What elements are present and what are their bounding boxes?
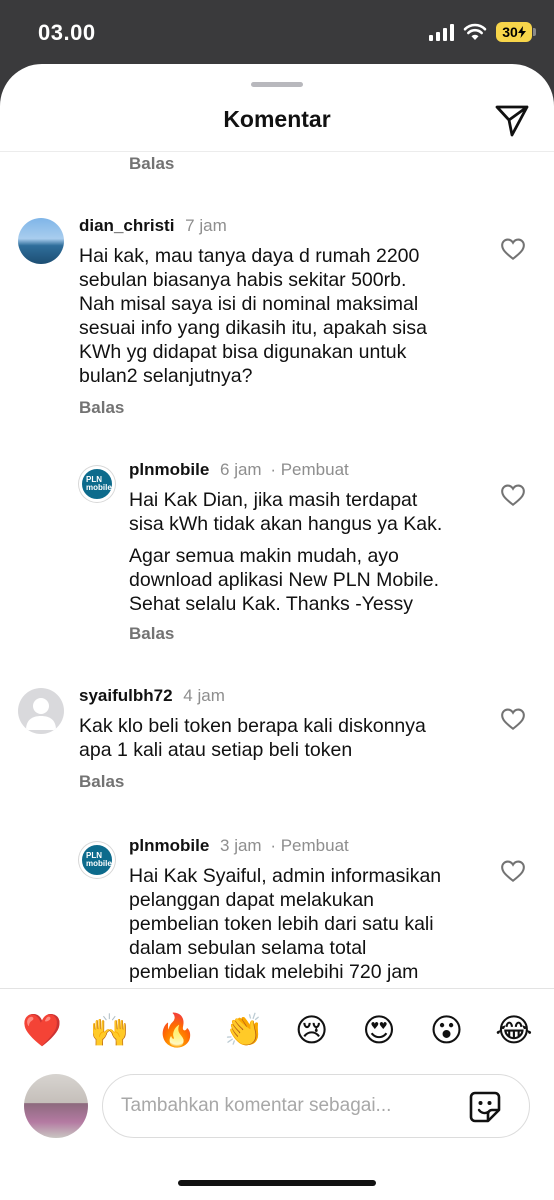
reaction-fire-emoji[interactable]: 🔥: [155, 1008, 199, 1052]
comment-line: dalam sebulan selama total: [129, 937, 367, 959]
comment-line: KWh yg didapat bisa digunakan untuk: [79, 341, 407, 363]
comment-time: 6 jam: [220, 460, 262, 479]
reply-button[interactable]: Balas: [79, 398, 124, 418]
comment-line: Sehat selalu Kak. Thanks -Yessy: [129, 593, 413, 615]
sheet-title: Komentar: [223, 106, 331, 132]
reaction-crying-emoji[interactable]: 😢: [290, 1008, 334, 1052]
comment-line: sebulan biasanya habis sekitar 500rb.: [79, 269, 407, 291]
comment-line: pembelian tidak melebihi 720 jam: [129, 961, 419, 983]
my-avatar[interactable]: [24, 1074, 88, 1138]
reaction-heart-emoji[interactable]: ❤️: [20, 1008, 64, 1052]
wifi-icon: [463, 23, 487, 40]
comment-line: download aplikasi New PLN Mobile.: [129, 569, 439, 591]
comment-input-box[interactable]: [102, 1074, 530, 1138]
comment-line: Hai Kak Syaiful, admin informasikan: [129, 865, 442, 887]
avatar[interactable]: [18, 218, 64, 264]
reaction-surprised-emoji[interactable]: 😮: [425, 1008, 469, 1052]
comment-input[interactable]: [121, 1095, 461, 1117]
comment-line: bulan2 selanjutnya?: [79, 365, 253, 387]
comment-text: Hai Kak Syaiful, admin informasikan pela…: [129, 864, 489, 984]
comment-text: Kak klo beli token berapa kali diskonnya…: [79, 714, 489, 762]
comment-time: 7 jam: [185, 216, 227, 235]
status-icons: 30: [429, 22, 536, 42]
reply-button[interactable]: Balas: [79, 772, 124, 792]
comment-meta: syaifulbh72 4 jam: [79, 686, 225, 706]
comment-line: Agar semua makin mudah, ayo: [129, 545, 399, 567]
creator-tag: · Pembuat: [270, 460, 349, 479]
comment-username[interactable]: plnmobile: [129, 460, 209, 479]
comment-line: pembelian token lebih dari satu kali: [129, 913, 434, 935]
reaction-clap-emoji[interactable]: 👏: [222, 1008, 266, 1052]
comment-composer: [0, 1072, 554, 1142]
comment-text: Hai Kak Dian, jika masih terdapat sisa k…: [129, 488, 489, 616]
charging-bolt-icon: [517, 26, 526, 38]
like-heart-icon[interactable]: [500, 236, 526, 262]
share-send-icon[interactable]: [492, 100, 532, 140]
avatar-default[interactable]: [18, 688, 64, 734]
comment-time: 3 jam: [220, 836, 262, 855]
reaction-heart-eyes-emoji[interactable]: 😍: [357, 1008, 401, 1052]
comment-meta: plnmobile 6 jam · Pembuat: [129, 460, 349, 480]
default-user-icon: [26, 698, 56, 730]
status-bar: 03.00 30: [0, 0, 554, 66]
comment-username[interactable]: syaifulbh72: [79, 686, 173, 705]
pln-logo-text: PLN mobile: [86, 475, 112, 492]
reply-button[interactable]: Balas: [129, 624, 174, 644]
reply-button[interactable]: Balas: [129, 154, 174, 174]
comments-list[interactable]: Balas dian_christi 7 jam Hai kak, mau ta…: [0, 152, 554, 988]
reaction-raised-hands-emoji[interactable]: 🙌: [87, 1008, 131, 1052]
cellular-signal-icon: [429, 23, 454, 41]
avatar-plnmobile[interactable]: PLN mobile: [79, 842, 115, 878]
comment-line: Nah misal saya isi di nominal maksimal: [79, 293, 419, 315]
reaction-laughing-emoji[interactable]: 😂: [492, 1008, 536, 1052]
avatar-plnmobile[interactable]: PLN mobile: [79, 466, 115, 502]
comment-meta: plnmobile 3 jam · Pembuat: [129, 836, 349, 856]
battery-icon: 30: [496, 22, 536, 42]
like-heart-icon[interactable]: [500, 482, 526, 508]
comments-sheet: Komentar Balas dian_christi 7 jam Hai ka…: [0, 64, 554, 1200]
status-time: 03.00: [38, 20, 96, 45]
sheet-grabber[interactable]: [251, 82, 303, 87]
comment-username[interactable]: plnmobile: [129, 836, 209, 855]
comment-username[interactable]: dian_christi: [79, 216, 174, 235]
like-heart-icon[interactable]: [500, 706, 526, 732]
comment-line: Kak klo beli token berapa kali diskonnya: [79, 715, 426, 737]
comment-line: sisa kWh tidak akan hangus ya Kak.: [129, 513, 443, 535]
comment-line: pelanggan dapat melakukan: [129, 889, 375, 911]
quick-reactions-bar: ❤️ 🙌 🔥 👏 😢 😍 😮 😂: [20, 1008, 536, 1052]
comment-meta: dian_christi 7 jam: [79, 216, 227, 236]
comment-line: Hai kak, mau tanya daya d rumah 2200: [79, 245, 420, 267]
sticker-icon[interactable]: [467, 1089, 503, 1125]
battery-level: 30: [502, 24, 518, 40]
comment-line: sesuai info yang dikasih itu, apakah sis…: [79, 317, 427, 339]
home-indicator[interactable]: [178, 1180, 376, 1186]
comment-text: Hai kak, mau tanya daya d rumah 2200 seb…: [79, 244, 489, 388]
composer-divider: [0, 988, 554, 989]
creator-tag: · Pembuat: [270, 836, 349, 855]
like-heart-icon[interactable]: [500, 858, 526, 884]
comment-time: 4 jam: [183, 686, 225, 705]
comment-line: apa 1 kali atau setiap beli token: [79, 739, 353, 761]
comment-line: Hai Kak Dian, jika masih terdapat: [129, 489, 418, 511]
pln-logo-text: PLN mobile: [86, 851, 112, 868]
